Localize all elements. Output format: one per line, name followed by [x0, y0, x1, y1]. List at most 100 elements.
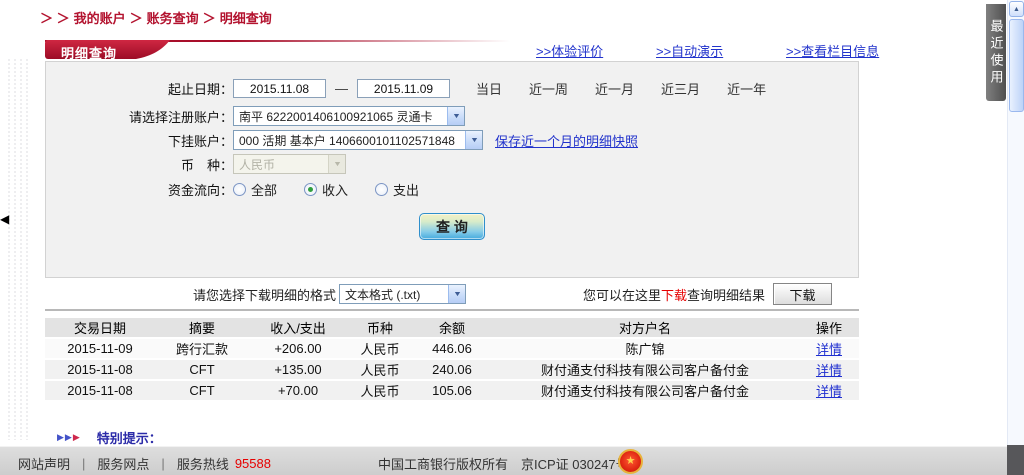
- footer-links: 网站声明 | 服务网点 | 服务热线 95588: [18, 454, 271, 473]
- cell-action: 详情: [799, 381, 859, 400]
- breadcrumb-separator: ＞: [203, 11, 216, 26]
- download-hint: 您可以在这里下载查询明细结果: [583, 285, 765, 304]
- table-header-row: 交易日期 摘要 收入/支出 币种 余额 对方户名 操作: [45, 318, 859, 337]
- recently-used-tab[interactable]: 最近使用: [986, 4, 1006, 101]
- cell-currency: 人民币: [347, 339, 413, 358]
- date-from-input[interactable]: [233, 79, 326, 98]
- chevron-down-icon: ▼: [448, 285, 465, 303]
- cell-amount: +206.00: [249, 339, 347, 358]
- detail-link[interactable]: 详情: [816, 342, 842, 357]
- quick-range-year[interactable]: 近一年: [727, 79, 766, 98]
- query-button[interactable]: 查 询: [419, 213, 485, 240]
- copyright-text: 中国工商银行版权所有 京ICP证 030247号: [378, 454, 629, 473]
- site-statement-link[interactable]: 网站声明: [18, 454, 70, 473]
- scrollbar-bottom-corner: [1007, 445, 1024, 475]
- date-range-row: 起止日期： — 当日 近一周 近一月 近三月 近一年: [46, 79, 858, 98]
- detail-link[interactable]: 详情: [816, 363, 842, 378]
- cell-currency: 人民币: [347, 360, 413, 379]
- date-range-dash: —: [335, 81, 348, 96]
- cell-action: 详情: [799, 339, 859, 358]
- quick-range-today[interactable]: 当日: [476, 79, 502, 98]
- quick-range-quarter[interactable]: 近三月: [661, 79, 700, 98]
- download-row: 请您选择下载明细的格式 文本格式 (.txt) ▼ 您可以在这里下载查询明细结果…: [45, 283, 859, 305]
- col-summary: 摘要: [155, 318, 249, 337]
- breadcrumb-item-my-account[interactable]: 我的账户: [74, 11, 126, 26]
- date-to-input[interactable]: [357, 79, 450, 98]
- quick-range-links: 当日 近一周 近一月 近三月 近一年: [476, 79, 766, 98]
- cell-summary: 跨行汇款: [155, 339, 249, 358]
- cell-date: 2015-11-08: [45, 360, 155, 379]
- cell-currency: 人民币: [347, 381, 413, 400]
- registered-account-select[interactable]: 南平 6222001406100921065 灵通卡 ▼: [233, 106, 465, 126]
- flow-radio-all-label: 全部: [251, 180, 277, 199]
- col-balance: 余额: [413, 318, 491, 337]
- left-margin-texture: [6, 58, 32, 440]
- col-amount: 收入/支出: [249, 318, 347, 337]
- save-snapshot-link[interactable]: 保存近一个月的明细快照: [495, 131, 638, 150]
- sub-account-label: 下挂账户：: [46, 131, 233, 150]
- col-currency: 币种: [347, 318, 413, 337]
- cell-date: 2015-11-08: [45, 381, 155, 400]
- cell-amount: +135.00: [249, 360, 347, 379]
- download-format-label: 请您选择下载明细的格式: [193, 285, 336, 304]
- cell-balance: 240.06: [413, 360, 491, 379]
- cell-action: 详情: [799, 360, 859, 379]
- download-format-value: 文本格式 (.txt): [340, 286, 448, 303]
- query-button-row: 查 询: [46, 213, 858, 240]
- chevron-down-icon: ▼: [447, 107, 464, 125]
- scroll-up-arrow-icon: ▲: [1013, 6, 1020, 13]
- flow-radio-expense-label: 支出: [393, 180, 419, 199]
- flow-radio-income[interactable]: 收入: [304, 180, 348, 199]
- cell-date: 2015-11-09: [45, 339, 155, 358]
- query-form-panel: 起止日期： — 当日 近一周 近一月 近三月 近一年 请选择注册账户： 南平 6…: [45, 61, 859, 278]
- flow-radio-all[interactable]: 全部: [233, 180, 277, 199]
- breadcrumb-prefix: ＞ ＞: [40, 11, 70, 26]
- col-counterparty: 对方户名: [491, 318, 799, 337]
- registered-account-label: 请选择注册账户：: [46, 107, 233, 126]
- registered-account-row: 请选择注册账户： 南平 6222001406100921065 灵通卡 ▼: [46, 106, 858, 126]
- detail-link[interactable]: 详情: [816, 384, 842, 399]
- scroll-up-button[interactable]: ▲: [1009, 1, 1024, 17]
- fund-flow-label: 资金流向：: [46, 180, 233, 199]
- table-row: 2015-11-09 跨行汇款 +206.00 人民币 446.06 陈广锦 详…: [45, 339, 859, 358]
- breadcrumb-item-detail-query[interactable]: 明细查询: [220, 11, 272, 26]
- table-row: 2015-11-08 CFT +70.00 人民币 105.06 财付通支付科技…: [45, 381, 859, 400]
- table-row: 2015-11-08 CFT +135.00 人民币 240.06 财付通支付科…: [45, 360, 859, 379]
- quick-range-week[interactable]: 近一周: [529, 79, 568, 98]
- experience-feedback-link[interactable]: >>体验评价: [536, 41, 603, 60]
- radio-checked-icon: [304, 183, 317, 196]
- cell-balance: 105.06: [413, 381, 491, 400]
- download-button[interactable]: 下载: [773, 283, 832, 305]
- scrollbar-thumb[interactable]: [1009, 19, 1024, 112]
- chevron-down-icon: ▼: [465, 131, 482, 149]
- chevron-down-icon: ▼: [328, 155, 345, 173]
- security-badge-icon[interactable]: ★: [618, 449, 643, 474]
- download-hint-emphasis: 下载: [661, 288, 687, 303]
- special-notice: ▶ ▶ ▶ 特别提示：: [57, 428, 162, 447]
- special-notice-label: 特别提示：: [97, 428, 162, 447]
- hotline-number: 95588: [235, 456, 271, 471]
- radio-icon: [233, 183, 246, 196]
- flow-radio-expense[interactable]: 支出: [375, 180, 419, 199]
- service-branch-link[interactable]: 服务网点: [97, 454, 149, 473]
- column-info-link[interactable]: >>查看栏目信息: [786, 41, 879, 60]
- breadcrumb-separator: ＞: [130, 11, 143, 26]
- col-date: 交易日期: [45, 318, 155, 337]
- sub-account-select[interactable]: 000 活期 基本户 1406600101102571848 ▼: [233, 130, 483, 150]
- col-action: 操作: [799, 318, 859, 337]
- cell-counterparty: 财付通支付科技有限公司客户备付金: [491, 381, 799, 400]
- notice-arrow-icon: ▶: [57, 433, 64, 442]
- hotline-label: 服务热线: [177, 454, 229, 473]
- breadcrumb-item-account-query[interactable]: 账务查询: [147, 11, 199, 26]
- collapse-left-icon[interactable]: ◀: [0, 213, 9, 225]
- notice-arrow-icon: ▶: [65, 433, 72, 442]
- registered-account-value: 南平 6222001406100921065 灵通卡: [234, 108, 447, 125]
- transaction-table: 交易日期 摘要 收入/支出 币种 余额 对方户名 操作 2015-11-09 跨…: [45, 316, 859, 402]
- download-format-select[interactable]: 文本格式 (.txt) ▼: [339, 284, 466, 304]
- auto-demo-link[interactable]: >>自动演示: [656, 41, 723, 60]
- currency-value: 人民币: [234, 156, 328, 173]
- quick-range-month[interactable]: 近一月: [595, 79, 634, 98]
- footer: 网站声明 | 服务网点 | 服务热线 95588 中国工商银行版权所有 京ICP…: [0, 446, 1007, 475]
- vertical-scrollbar: ▲: [1007, 0, 1024, 445]
- cell-counterparty: 陈广锦: [491, 339, 799, 358]
